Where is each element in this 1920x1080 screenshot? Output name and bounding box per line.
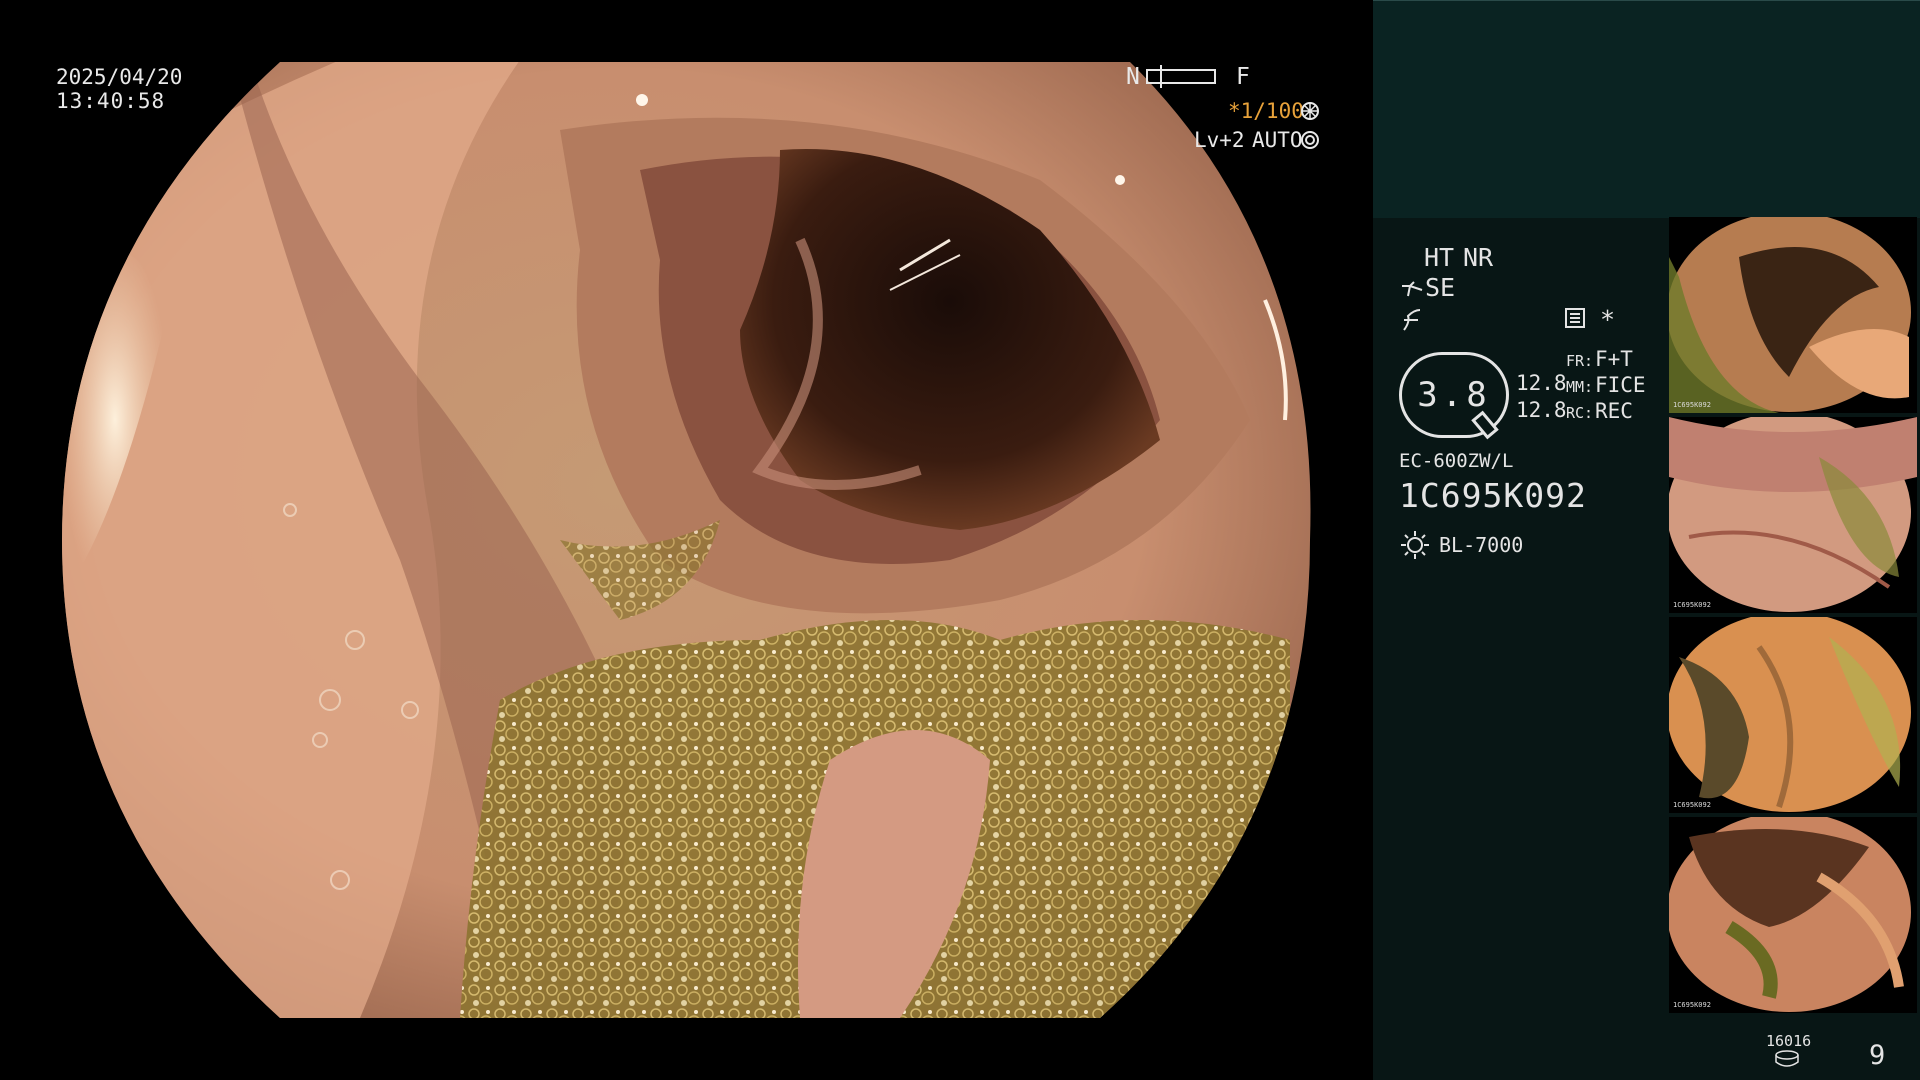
time-label: 13:40:58 [56, 89, 166, 113]
sun-icon [1401, 531, 1429, 559]
iris-mode: AUTO [1252, 128, 1303, 152]
iris-icon [1301, 131, 1319, 149]
focus-marker [1160, 65, 1162, 88]
panel-header-area [1373, 0, 1920, 218]
focus-far-label: F [1236, 64, 1250, 90]
fr-label: FR: [1566, 352, 1594, 370]
thumbnail-2[interactable]: 1C695K092 [1669, 417, 1917, 613]
date-label: 2025/04/20 [56, 65, 183, 89]
thumbnail-4[interactable]: 1C695K092 [1669, 817, 1917, 1013]
scope-model: EC-600ZW/L [1399, 450, 1514, 472]
fr-value: F+T [1595, 347, 1633, 371]
structure-enhance-icon [1402, 281, 1423, 297]
zoom-lens-icon [1471, 410, 1499, 440]
thumbnail-serial: 1C695K092 [1673, 601, 1711, 609]
rate-value-1: 12.8 [1516, 371, 1567, 395]
scope-serial: 1C695K092 [1399, 476, 1587, 515]
mm-label: MM: [1566, 378, 1594, 396]
thumbnail-3[interactable]: 1C695K092 [1669, 617, 1917, 813]
thumbnail-image [1669, 817, 1911, 1012]
endoscopic-image [62, 62, 1311, 1018]
thumbnail-serial: 1C695K092 [1673, 1001, 1711, 1009]
thumbnail-serial: 1C695K092 [1673, 801, 1711, 809]
memory-icon [1565, 308, 1585, 328]
se-label: SE [1425, 273, 1456, 302]
shutter-speed: *1/100 [1228, 99, 1304, 123]
thumbnail-image [1669, 617, 1911, 812]
light-source: BL-7000 [1439, 533, 1524, 557]
thumbnail-image [1669, 217, 1911, 413]
mm-value: FICE [1595, 373, 1646, 397]
info-panel: HT NR SE * 3.8 12.8 12.8 FR: F+T MM: FIC… [1373, 0, 1920, 1080]
image-count: 9 [1869, 1040, 1886, 1071]
endoscope-viewport: 2025/04/20 13:40:58 N F *1/100 Lv+2 AUTO [0, 0, 1372, 1080]
nr-label: NR [1463, 243, 1494, 272]
shutter-icon [1301, 102, 1319, 120]
disk-icon [1775, 1050, 1799, 1067]
thumbnail-serial: 1C695K092 [1673, 401, 1711, 409]
brightness-level: Lv+2 [1194, 128, 1245, 152]
ht-label: HT [1424, 243, 1455, 272]
thumbnail-image [1669, 417, 1917, 612]
rc-value: REC [1595, 399, 1633, 423]
storage-count: 16016 [1766, 1032, 1812, 1050]
asterisk-marker: * [1600, 305, 1616, 334]
rate-value-2: 12.8 [1516, 398, 1567, 422]
focus-bar [1146, 65, 1216, 88]
focus-near-label: N [1126, 64, 1140, 90]
thumbnail-1[interactable]: 1C695K092 [1669, 217, 1917, 413]
rc-label: RC: [1566, 404, 1594, 422]
signal-icon [1403, 309, 1421, 331]
